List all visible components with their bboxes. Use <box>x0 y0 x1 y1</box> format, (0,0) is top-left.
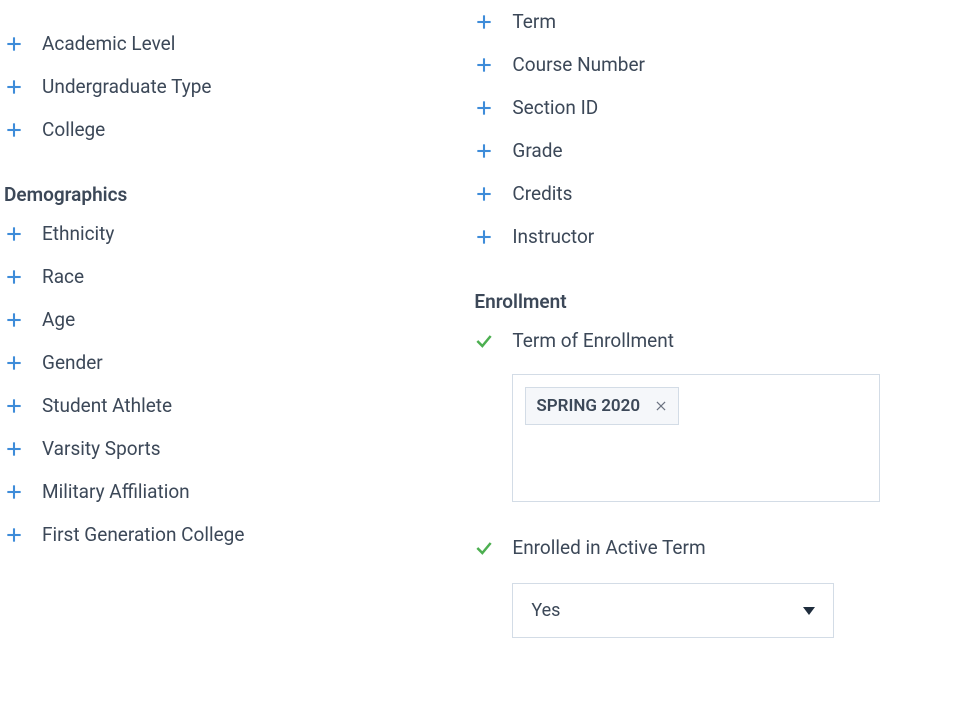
plus-icon <box>474 184 494 204</box>
caret-down-icon <box>803 607 815 615</box>
chip-label: SPRING 2020 <box>536 396 640 416</box>
filter-label: College <box>42 118 105 141</box>
demographics-header: Demographics <box>4 183 470 206</box>
filter-academic-level[interactable]: Academic Level <box>4 22 470 65</box>
filter-label: Term of Enrollment <box>512 329 674 352</box>
filter-instructor[interactable]: Instructor <box>474 215 980 258</box>
filter-term[interactable]: Term <box>474 0 980 43</box>
plus-icon <box>4 120 24 140</box>
plus-icon <box>474 227 494 247</box>
plus-icon <box>4 525 24 545</box>
filter-ethnicity[interactable]: Ethnicity <box>4 212 470 255</box>
filter-label: Ethnicity <box>42 222 114 245</box>
plus-icon <box>4 224 24 244</box>
check-icon <box>474 538 494 558</box>
filter-label: Enrolled in Active Term <box>512 536 705 559</box>
plus-icon <box>4 77 24 97</box>
filter-label: Grade <box>512 139 562 162</box>
filter-label: Instructor <box>512 225 594 248</box>
plus-icon <box>474 141 494 161</box>
filter-label: Section ID <box>512 96 598 119</box>
filter-gender[interactable]: Gender <box>4 341 470 384</box>
filter-label: First Generation College <box>42 523 244 546</box>
plus-icon <box>4 34 24 54</box>
right-column: Term Course Number Section ID Grade Cred <box>470 0 980 638</box>
chip-remove-icon[interactable] <box>654 399 668 413</box>
filter-label: Student Athlete <box>42 394 172 417</box>
filter-grade[interactable]: Grade <box>474 129 980 172</box>
filter-label: Course Number <box>512 53 645 76</box>
plus-icon <box>4 396 24 416</box>
left-column: Academic Level Undergraduate Type Colleg… <box>0 0 470 638</box>
plus-icon <box>474 12 494 32</box>
term-of-enrollment-chip-input[interactable]: SPRING 2020 <box>512 374 880 502</box>
filter-race[interactable]: Race <box>4 255 470 298</box>
chip-spring-2020: SPRING 2020 <box>525 387 679 425</box>
filter-term-of-enrollment[interactable]: Term of Enrollment <box>474 319 980 362</box>
filter-label: Age <box>42 308 75 331</box>
filter-label: Term <box>512 10 556 33</box>
filter-label: Varsity Sports <box>42 437 161 460</box>
filter-age[interactable]: Age <box>4 298 470 341</box>
filter-undergraduate-type[interactable]: Undergraduate Type <box>4 65 470 108</box>
select-value: Yes <box>531 600 560 621</box>
enrollment-header: Enrollment <box>474 290 980 313</box>
plus-icon <box>4 439 24 459</box>
filter-label: Gender <box>42 351 103 374</box>
filter-first-generation-college[interactable]: First Generation College <box>4 513 470 556</box>
filter-section-id[interactable]: Section ID <box>474 86 980 129</box>
filter-label: Credits <box>512 182 572 205</box>
filter-course-number[interactable]: Course Number <box>474 43 980 86</box>
filter-varsity-sports[interactable]: Varsity Sports <box>4 427 470 470</box>
plus-icon <box>4 267 24 287</box>
plus-icon <box>4 310 24 330</box>
enrolled-active-term-select[interactable]: Yes <box>512 583 834 638</box>
plus-icon <box>4 482 24 502</box>
filter-label: Military Affiliation <box>42 480 190 503</box>
filter-credits[interactable]: Credits <box>474 172 980 215</box>
plus-icon <box>474 98 494 118</box>
filter-student-athlete[interactable]: Student Athlete <box>4 384 470 427</box>
filter-label: Race <box>42 265 84 288</box>
plus-icon <box>4 353 24 373</box>
filter-college[interactable]: College <box>4 108 470 151</box>
filter-label: Academic Level <box>42 32 175 55</box>
plus-icon <box>474 55 494 75</box>
check-icon <box>474 331 494 351</box>
filter-enrolled-active-term[interactable]: Enrolled in Active Term <box>474 526 980 569</box>
filter-military-affiliation[interactable]: Military Affiliation <box>4 470 470 513</box>
filter-label: Undergraduate Type <box>42 75 212 98</box>
